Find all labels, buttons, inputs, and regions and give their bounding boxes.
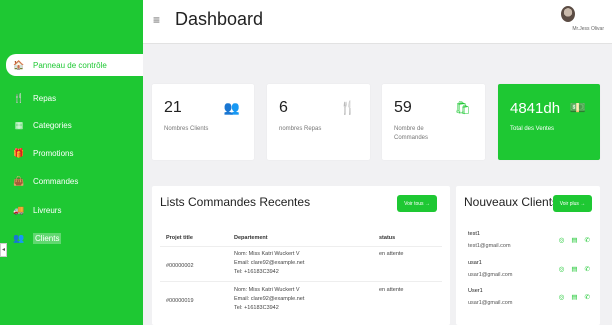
order-client-email: Email: clare92@example.net [234,296,305,303]
sidebar-item-label: Repas [33,93,57,103]
stat-label: Nombres Clients [164,126,209,132]
view-icon[interactable]: ◎ [559,265,565,273]
phone-icon[interactable]: ✆ [585,293,590,301]
sidebar-collapse-toggle[interactable]: ◂ [0,243,7,257]
sidebar-item-repas[interactable]: 🍴 Repas [6,87,143,109]
sidebar-item-label: Panneau de contrôle [33,60,107,70]
client-name: User1 [468,288,483,294]
divider [160,281,442,282]
client-actions: ◎ ▤ ✆ [559,236,590,244]
sidebar-item-label: Clients [33,232,62,244]
sidebar-item-label: Commandes [33,176,79,186]
client-email: usar1@gmail.com [468,300,513,306]
dashboard-icon: 🏠 [13,59,25,70]
order-client-info: Nom: Miss Katri Wuckert V Email: clare92… [234,250,304,277]
stat-label: Total des Ventes [510,126,555,132]
topbar: ≡ Dashboard Mr.Jess Olivar [143,0,612,44]
order-client-tel: Tel: +16183C3942 [234,305,279,312]
sidebar-item-commandes[interactable]: 👜 Commandes [6,170,143,192]
stat-label: Nombre de Commandes [394,126,429,142]
client-name: usar1 [468,260,482,266]
view-icon[interactable]: ◎ [559,236,565,244]
orders-title: Lists Commandes Recentes [160,195,311,209]
sidebar-item-clients[interactable]: 👥 Clients [6,227,143,249]
sidebar-item-livreurs[interactable]: 🚚 Livreurs [6,199,143,221]
client-actions: ◎ ▤ ✆ [559,293,590,301]
client-email: test1@gmail.com [468,243,511,249]
column-header: Projet title [166,235,193,241]
order-status: en attente [379,251,404,257]
stat-value: 4841dh [510,100,561,117]
client-name: test1 [468,231,480,237]
client-email: usar1@gmail.com [468,272,513,278]
truck-icon: 🚚 [13,204,25,215]
sidebar-item-categories[interactable]: ▦ Categories [6,114,143,136]
stat-value: 59 [394,99,412,116]
bag-icon: 👜 [13,175,25,186]
sidebar: 🏠 Panneau de contrôle 🍴 Repas ▦ Categori… [0,0,143,325]
client-actions: ◎ ▤ ✆ [559,265,590,273]
order-client-name: Nom: Miss Katri Wuckert V [234,287,300,293]
view-more-button[interactable]: Voir plus → [553,195,592,212]
phone-icon[interactable]: ✆ [585,265,590,273]
order-status: en attente [379,287,404,293]
order-client-email: Email: clare92@example.net [234,260,305,267]
stat-label: nombres Repas [279,126,322,132]
page-title: Dashboard [175,9,264,29]
cutlery-icon: 🍴 [13,92,25,103]
message-icon[interactable]: ▤ [571,293,577,301]
new-clients-panel: Nouveaux Clients Voir plus → test1 test1… [456,186,600,325]
users-icon: 👥 [13,232,25,243]
order-id: #00000002 [166,263,194,269]
message-icon[interactable]: ▤ [571,236,577,244]
recent-orders-panel: Lists Commandes Recentes Voir tous → Pro… [152,186,450,325]
column-header: status [379,235,396,241]
stat-card-ventes: 4841dh Total des Ventes 💵 [498,84,600,160]
stat-card-commandes: 59 Nombre de Commandes 🛍 [382,84,485,160]
view-all-button[interactable]: Voir tous → [397,195,437,212]
money-icon: 💵 [569,100,586,115]
column-header: Departement [234,235,268,241]
gift-icon: 🎁 [13,147,25,158]
sidebar-item-label: Livreurs [33,205,62,215]
order-client-info: Nom: Miss Katri Wuckert V Email: clare92… [234,286,304,313]
view-icon[interactable]: ◎ [559,293,565,301]
order-client-tel: Tel: +16183C3942 [234,269,279,276]
sidebar-item-promotions[interactable]: 🎁 Promotions [6,142,143,164]
hamburger-menu-icon[interactable]: ≡ [153,13,160,27]
divider [160,246,442,247]
clients-title: Nouveaux Clients [464,195,559,209]
stat-value: 6 [279,99,288,116]
stat-card-repas: 6 nombres Repas 🍴 [267,84,370,160]
order-id: #00000019 [166,298,194,304]
message-icon[interactable]: ▤ [571,265,577,273]
phone-icon[interactable]: ✆ [585,236,590,244]
stat-value: 21 [164,99,182,116]
cutlery-icon: 🍴 [339,100,356,115]
categories-icon: ▦ [14,119,24,130]
user-name[interactable]: Mr.Jess Olivar [572,26,604,32]
sidebar-item-label: Categories [33,120,72,130]
order-client-name: Nom: Miss Katri Wuckert V [234,251,300,257]
users-icon: 👥 [223,100,240,115]
stat-card-clients: 21 Nombres Clients 👥 [152,84,254,160]
avatar[interactable] [561,6,575,22]
sidebar-item-label: Promotions [33,148,74,158]
shopping-bag-icon: 🛍 [454,100,471,115]
sidebar-item-dashboard[interactable]: 🏠 Panneau de contrôle [6,54,143,76]
